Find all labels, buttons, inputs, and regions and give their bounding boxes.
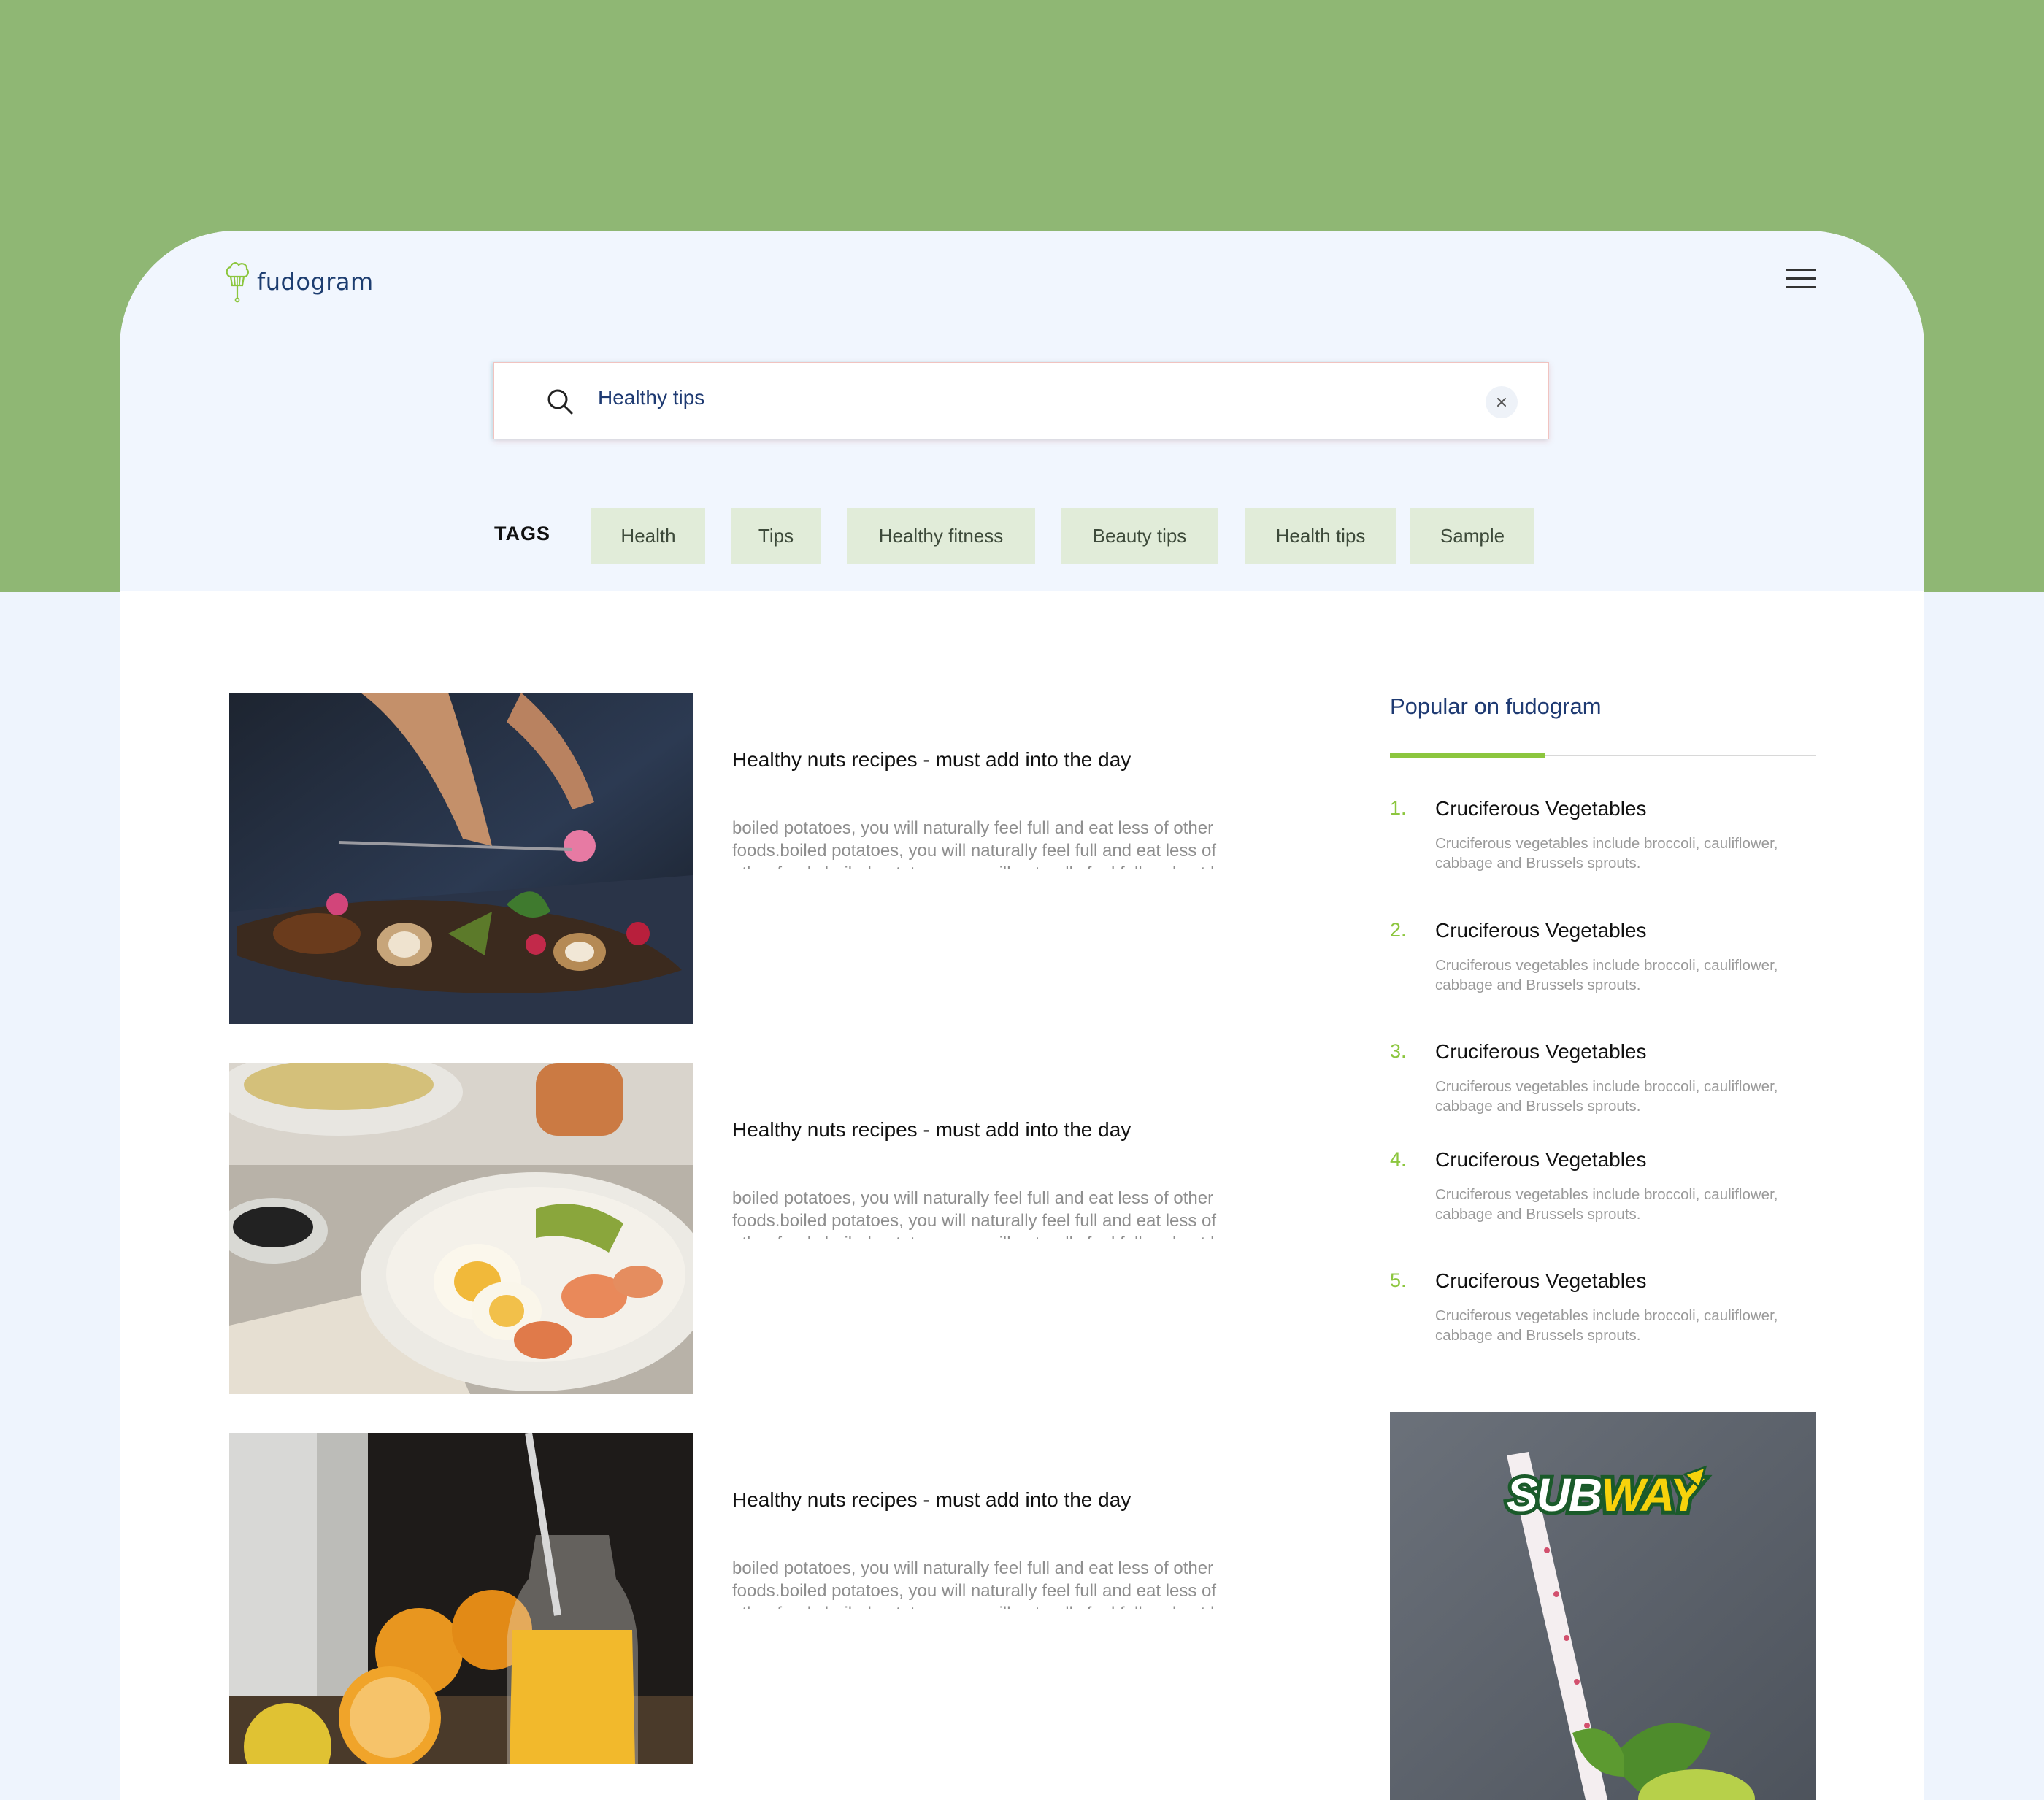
popular-item-description: Cruciferous vegetables include broccoli,… xyxy=(1435,1186,1778,1223)
tag-health-tips[interactable]: Health tips xyxy=(1245,508,1396,564)
popular-item-number: 5. xyxy=(1390,1269,1407,1291)
tag-sample[interactable]: Sample xyxy=(1410,508,1534,564)
article-title[interactable]: Healthy nuts recipes - must add into the… xyxy=(732,1118,1131,1142)
close-icon xyxy=(1497,398,1506,407)
popular-item-number: 4. xyxy=(1390,1148,1407,1170)
popular-item-title[interactable]: Cruciferous Vegetables xyxy=(1435,919,1647,942)
popular-item-number: 3. xyxy=(1390,1040,1407,1062)
popular-item[interactable]: 1. Cruciferous Vegetables Cruciferous ve… xyxy=(1390,797,1816,885)
tag-health[interactable]: Health xyxy=(591,508,705,564)
popular-item-title[interactable]: Cruciferous Vegetables xyxy=(1435,1040,1647,1064)
article-thumbnail[interactable] xyxy=(229,693,693,1024)
popular-item-description: Cruciferous vegetables include broccoli,… xyxy=(1435,1307,1778,1344)
article-card[interactable]: Healthy nuts recipes - must add into the… xyxy=(229,693,1361,1024)
tags-label: TAGS xyxy=(494,523,550,545)
popular-item-description: Cruciferous vegetables include broccoli,… xyxy=(1435,1078,1778,1115)
hamburger-menu-icon[interactable] xyxy=(1786,266,1816,291)
clear-search-button[interactable] xyxy=(1486,386,1518,418)
sidebar-active-indicator xyxy=(1390,753,1545,758)
popular-item[interactable]: 4. Cruciferous Vegetables Cruciferous ve… xyxy=(1390,1148,1816,1236)
header: fudogram TAGS Health Tips Healthy fitnes… xyxy=(120,231,1924,591)
search-bar xyxy=(493,362,1549,439)
popular-item-title[interactable]: Cruciferous Vegetables xyxy=(1435,797,1647,820)
tag-beauty-tips[interactable]: Beauty tips xyxy=(1061,508,1218,564)
article-excerpt: boiled potatoes, you will naturally feel… xyxy=(732,818,1242,869)
popular-item[interactable]: 5. Cruciferous Vegetables Cruciferous ve… xyxy=(1390,1269,1816,1357)
svg-text:SUBWAY: SUBWAY xyxy=(1507,1469,1705,1521)
subway-logo: SUBWAY xyxy=(1502,1461,1714,1538)
logo-text: fudogram xyxy=(257,268,374,296)
sponsored-ad[interactable]: SUBWAY xyxy=(1390,1412,1816,1800)
chef-hat-icon xyxy=(226,262,249,303)
popular-item[interactable]: 2. Cruciferous Vegetables Cruciferous ve… xyxy=(1390,919,1816,1007)
article-card[interactable]: Healthy nuts recipes - must add into the… xyxy=(229,1433,1361,1764)
tag-tips[interactable]: Tips xyxy=(731,508,821,564)
search-input[interactable] xyxy=(598,386,1401,409)
article-excerpt: boiled potatoes, you will naturally feel… xyxy=(732,1188,1242,1239)
article-thumbnail[interactable] xyxy=(229,1063,693,1394)
browser-frame: fudogram TAGS Health Tips Healthy fitnes… xyxy=(120,231,1924,1800)
sidebar-title: Popular on fudogram xyxy=(1390,693,1602,719)
popular-item-title[interactable]: Cruciferous Vegetables xyxy=(1435,1269,1647,1293)
popular-item-title[interactable]: Cruciferous Vegetables xyxy=(1435,1148,1647,1172)
logo[interactable]: fudogram xyxy=(225,253,374,311)
popular-item[interactable]: 3. Cruciferous Vegetables Cruciferous ve… xyxy=(1390,1040,1816,1128)
article-title[interactable]: Healthy nuts recipes - must add into the… xyxy=(732,748,1131,772)
search-icon[interactable] xyxy=(545,387,575,416)
popular-item-number: 1. xyxy=(1390,797,1407,819)
article-excerpt: boiled potatoes, you will naturally feel… xyxy=(732,1558,1242,1609)
article-title[interactable]: Healthy nuts recipes - must add into the… xyxy=(732,1488,1131,1512)
subway-logo-image: SUBWAY xyxy=(1503,1465,1710,1525)
article-thumbnail[interactable] xyxy=(229,1433,693,1764)
popular-item-number: 2. xyxy=(1390,919,1407,941)
tag-healthy-fitness[interactable]: Healthy fitness xyxy=(847,508,1035,564)
popular-item-description: Cruciferous vegetables include broccoli,… xyxy=(1435,957,1778,993)
popular-item-description: Cruciferous vegetables include broccoli,… xyxy=(1435,835,1778,872)
article-card[interactable]: Healthy nuts recipes - must add into the… xyxy=(229,1063,1361,1394)
